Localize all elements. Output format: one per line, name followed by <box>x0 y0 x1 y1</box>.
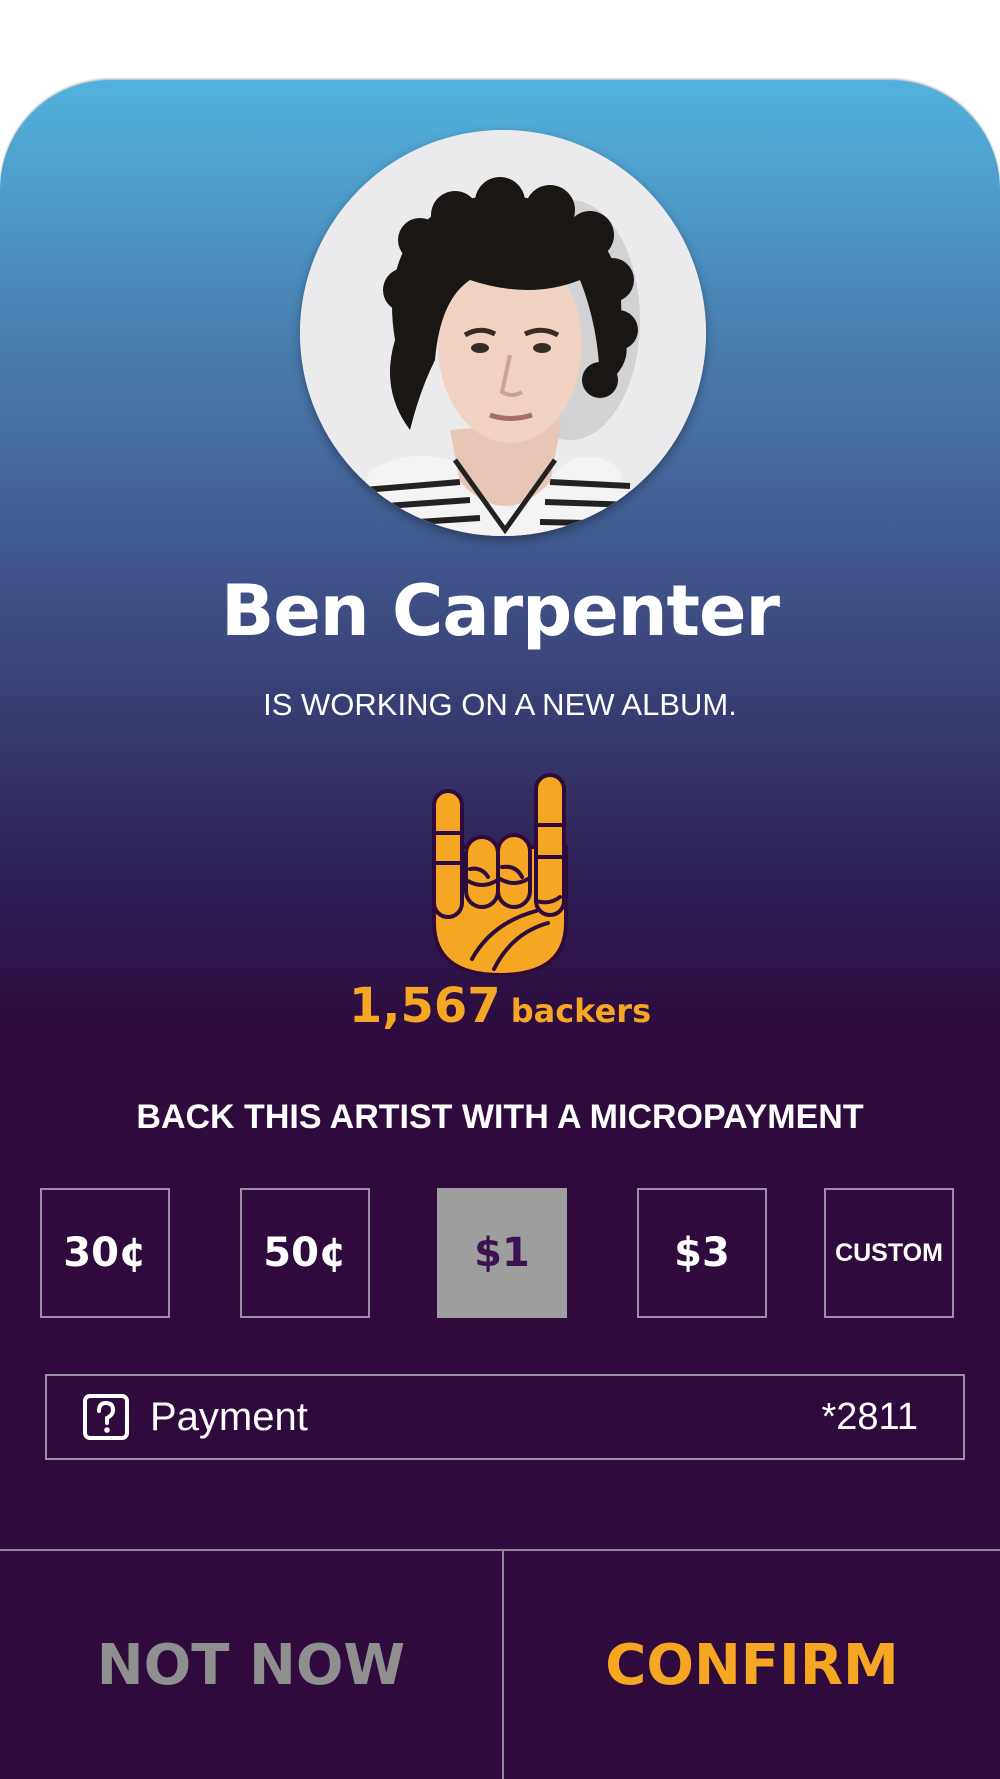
artist-status: IS WORKING ON A NEW ALBUM. <box>263 687 737 722</box>
payment-method-row[interactable]: Payment *2811 <box>45 1374 965 1460</box>
payment-card-number: *2811 <box>821 1395 918 1438</box>
amount-option-50c[interactable]: 50¢ <box>240 1188 370 1318</box>
question-icon[interactable] <box>82 1393 130 1441</box>
rock-hand-icon <box>432 773 568 977</box>
confirm-button[interactable]: CONFIRM <box>504 1551 1000 1779</box>
artist-avatar <box>300 130 706 536</box>
amount-option-3-dollar[interactable]: $3 <box>637 1188 767 1318</box>
payment-label: Payment <box>150 1394 308 1439</box>
artist-name: Ben Carpenter <box>220 570 780 652</box>
backers-label: backers <box>510 992 652 1030</box>
amount-option-1-dollar[interactable]: $1 <box>437 1188 567 1318</box>
artist-portrait <box>300 130 706 536</box>
not-now-button[interactable]: NOT NOW <box>0 1551 502 1779</box>
backing-card: Ben Carpenter IS WORKING ON A NEW ALBUM. <box>0 80 1000 1779</box>
amount-option-30c[interactable]: 30¢ <box>40 1188 170 1318</box>
backers-count: 1,567 <box>348 978 501 1034</box>
amount-option-custom[interactable]: CUSTOM <box>824 1188 954 1318</box>
backers-summary: 1,567 backers <box>0 978 1000 1034</box>
micropayment-title: BACK THIS ARTIST WITH A MICROPAYMENT <box>136 1098 864 1136</box>
